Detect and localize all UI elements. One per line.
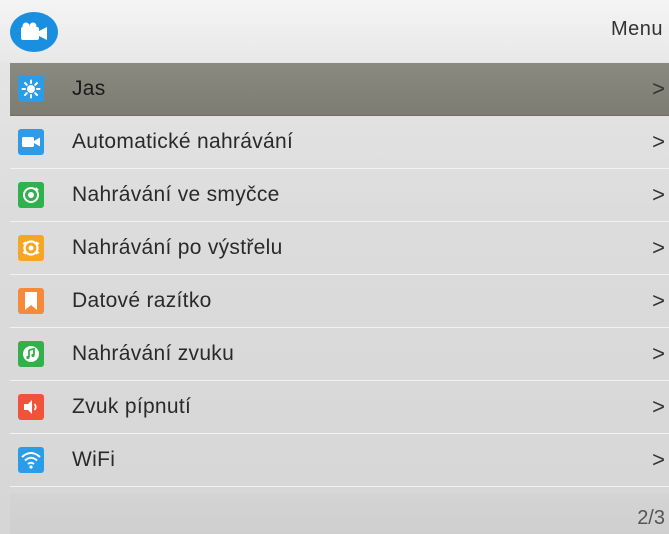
- date-stamp-icon: [18, 288, 44, 314]
- menu-item-label: Automatické nahrávání: [72, 130, 294, 153]
- video-camera-icon: [10, 12, 58, 52]
- menu-item-label: Nahrávání ve smyčce: [72, 183, 280, 206]
- page-title: Menu: [610, 18, 663, 40]
- menu-item-date-stamp[interactable]: Datové razítko >: [10, 275, 669, 328]
- audio-record-icon: [18, 341, 44, 367]
- settings-menu: Jas > Automatické nahrávání > Nahrávání …: [10, 63, 669, 487]
- menu-item-audio-recording[interactable]: Nahrávání zvuku >: [10, 328, 669, 381]
- brightness-icon: [18, 76, 44, 102]
- menu-item-wifi[interactable]: WiFi >: [10, 434, 669, 487]
- menu-item-auto-recording[interactable]: Automatické nahrávání >: [10, 116, 669, 169]
- wifi-icon: [18, 447, 44, 473]
- chevron-right-icon: >: [652, 288, 665, 313]
- menu-item-post-shot-recording[interactable]: Nahrávání po výstřelu >: [10, 222, 669, 275]
- shot-record-icon: [18, 235, 44, 261]
- menu-item-label: Jas: [72, 77, 106, 100]
- loop-record-icon: [18, 182, 44, 208]
- menu-item-label: Datové razítko: [72, 289, 212, 312]
- chevron-right-icon: >: [652, 447, 665, 472]
- menu-item-label: Nahrávání zvuku: [72, 342, 235, 365]
- menu-item-loop-recording[interactable]: Nahrávání ve smyčce >: [10, 169, 669, 222]
- footer-bar: 2/3: [10, 493, 669, 534]
- page-indicator: 2/3: [637, 507, 665, 529]
- video-camera-icon: [18, 129, 44, 155]
- beep-sound-icon: [18, 394, 44, 420]
- chevron-right-icon: >: [652, 182, 665, 207]
- chevron-right-icon: >: [652, 76, 665, 101]
- chevron-right-icon: >: [652, 394, 665, 419]
- menu-item-label: Zvuk pípnutí: [72, 395, 192, 418]
- settings-screen: Menu Jas > Automatické nahrávání > Nahrá…: [0, 0, 669, 534]
- menu-item-label: WiFi: [72, 448, 116, 471]
- chevron-right-icon: >: [652, 235, 665, 260]
- header-bar: Menu: [0, 0, 669, 62]
- menu-item-brightness[interactable]: Jas >: [10, 63, 669, 116]
- menu-item-beep-sound[interactable]: Zvuk pípnutí >: [10, 381, 669, 434]
- chevron-right-icon: >: [652, 341, 665, 366]
- chevron-right-icon: >: [652, 129, 665, 154]
- menu-item-label: Nahrávání po výstřelu: [72, 236, 283, 259]
